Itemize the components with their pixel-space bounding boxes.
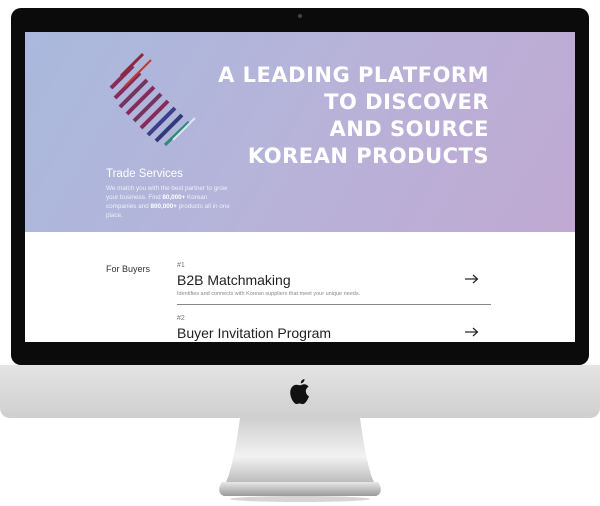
monitor-stand [219,418,381,502]
